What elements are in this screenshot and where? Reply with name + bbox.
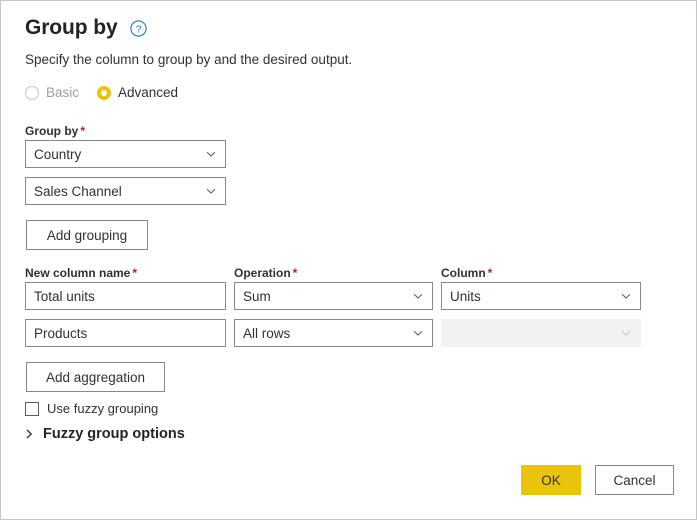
- use-fuzzy-grouping-label: Use fuzzy grouping: [47, 401, 158, 416]
- group-by-required-marker: *: [80, 124, 85, 138]
- column-dropdown-0[interactable]: Units: [441, 282, 641, 310]
- chevron-down-icon: [204, 147, 218, 161]
- group-by-label-text: Group by: [25, 124, 78, 138]
- operation-dropdown-1[interactable]: All rows: [234, 319, 433, 347]
- help-circle-icon[interactable]: ?: [130, 20, 147, 37]
- new-column-name-input-1-value: Products: [34, 326, 87, 341]
- operation-label-text: Operation: [234, 266, 291, 280]
- chevron-down-icon: [619, 326, 633, 340]
- chevron-down-icon: [411, 289, 425, 303]
- group-by-label: Group by*: [25, 123, 85, 139]
- column-required-marker: *: [488, 266, 493, 280]
- operation-label: Operation*: [234, 265, 297, 281]
- chevron-down-icon: [204, 184, 218, 198]
- radio-advanced-label: Advanced: [118, 85, 178, 100]
- operation-required-marker: *: [293, 266, 298, 280]
- radio-basic[interactable]: Basic: [25, 85, 79, 100]
- radio-advanced[interactable]: Advanced: [97, 85, 178, 100]
- column-dropdown-0-value: Units: [450, 289, 481, 304]
- new-column-name-input-0[interactable]: Total units: [25, 282, 226, 310]
- svg-text:?: ?: [135, 24, 141, 35]
- operation-dropdown-1-value: All rows: [243, 326, 290, 341]
- ok-button[interactable]: OK: [521, 465, 581, 495]
- group-by-dropdown-0[interactable]: Country: [25, 140, 226, 168]
- column-label-text: Column: [441, 266, 486, 280]
- new-column-name-label: New column name*: [25, 265, 137, 281]
- chevron-down-icon: [411, 326, 425, 340]
- dialog-header: Group by ?: [25, 15, 147, 41]
- new-column-name-input-1[interactable]: Products: [25, 319, 226, 347]
- add-grouping-button[interactable]: Add grouping: [26, 220, 148, 250]
- group-by-dropdown-1[interactable]: Sales Channel: [25, 177, 226, 205]
- new-column-name-input-0-value: Total units: [34, 289, 95, 304]
- radio-basic-mark: [25, 86, 39, 100]
- operation-dropdown-0-value: Sum: [243, 289, 271, 304]
- group-by-dialog: Group by ? Specify the column to group b…: [0, 0, 697, 520]
- use-fuzzy-grouping-checkbox[interactable]: Use fuzzy grouping: [25, 401, 158, 416]
- cancel-button[interactable]: Cancel: [595, 465, 674, 495]
- add-aggregation-button[interactable]: Add aggregation: [26, 362, 165, 392]
- fuzzy-group-options-expander[interactable]: Fuzzy group options: [23, 426, 185, 442]
- radio-basic-label: Basic: [46, 85, 79, 100]
- operation-dropdown-0[interactable]: Sum: [234, 282, 433, 310]
- chevron-down-icon: [619, 289, 633, 303]
- mode-radio-group: Basic Advanced: [25, 85, 178, 100]
- group-by-dropdown-1-value: Sales Channel: [34, 184, 122, 199]
- chevron-right-icon: [23, 427, 35, 441]
- new-column-name-label-text: New column name: [25, 266, 130, 280]
- checkbox-mark: [25, 402, 39, 416]
- column-dropdown-1: [441, 319, 641, 347]
- column-label: Column*: [441, 265, 492, 281]
- new-column-name-required-marker: *: [132, 266, 137, 280]
- page-title: Group by: [25, 15, 118, 41]
- dialog-subtitle: Specify the column to group by and the d…: [25, 51, 352, 69]
- fuzzy-group-options-label: Fuzzy group options: [43, 426, 185, 442]
- group-by-dropdown-0-value: Country: [34, 147, 81, 162]
- radio-advanced-mark: [97, 86, 111, 100]
